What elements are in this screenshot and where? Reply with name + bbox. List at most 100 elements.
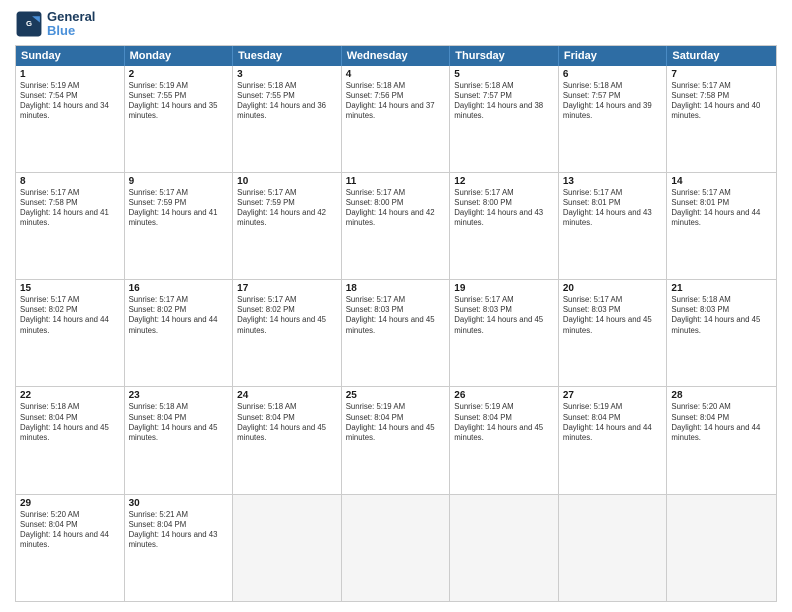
calendar-row: 15Sunrise: 5:17 AMSunset: 8:02 PMDayligh… <box>16 280 776 387</box>
calendar-cell: 23Sunrise: 5:18 AMSunset: 8:04 PMDayligh… <box>125 387 234 493</box>
cell-info: Sunrise: 5:19 AMSunset: 8:04 PMDaylight:… <box>454 402 554 443</box>
weekday-header: Tuesday <box>233 46 342 66</box>
logo-icon: G <box>15 10 43 38</box>
day-number: 14 <box>671 176 772 187</box>
logo-line1: General <box>47 10 95 24</box>
day-number: 2 <box>129 69 229 80</box>
weekday-header: Saturday <box>667 46 776 66</box>
day-number: 23 <box>129 390 229 401</box>
calendar-cell <box>667 495 776 601</box>
weekday-header: Thursday <box>450 46 559 66</box>
day-number: 17 <box>237 283 337 294</box>
calendar-body: 1Sunrise: 5:19 AMSunset: 7:54 PMDaylight… <box>16 66 776 601</box>
calendar-row: 1Sunrise: 5:19 AMSunset: 7:54 PMDaylight… <box>16 66 776 173</box>
calendar-cell: 18Sunrise: 5:17 AMSunset: 8:03 PMDayligh… <box>342 280 451 386</box>
cell-info: Sunrise: 5:17 AMSunset: 8:03 PMDaylight:… <box>454 295 554 336</box>
weekday-header: Sunday <box>16 46 125 66</box>
cell-info: Sunrise: 5:17 AMSunset: 8:01 PMDaylight:… <box>563 188 663 229</box>
calendar-cell: 5Sunrise: 5:18 AMSunset: 7:57 PMDaylight… <box>450 66 559 172</box>
cell-info: Sunrise: 5:19 AMSunset: 8:04 PMDaylight:… <box>346 402 446 443</box>
cell-info: Sunrise: 5:19 AMSunset: 7:54 PMDaylight:… <box>20 81 120 122</box>
day-number: 13 <box>563 176 663 187</box>
day-number: 9 <box>129 176 229 187</box>
calendar-cell <box>233 495 342 601</box>
calendar-header: SundayMondayTuesdayWednesdayThursdayFrid… <box>16 46 776 66</box>
day-number: 15 <box>20 283 120 294</box>
calendar-cell: 12Sunrise: 5:17 AMSunset: 8:00 PMDayligh… <box>450 173 559 279</box>
cell-info: Sunrise: 5:20 AMSunset: 8:04 PMDaylight:… <box>671 402 772 443</box>
calendar-row: 8Sunrise: 5:17 AMSunset: 7:58 PMDaylight… <box>16 173 776 280</box>
weekday-header: Friday <box>559 46 668 66</box>
day-number: 10 <box>237 176 337 187</box>
day-number: 24 <box>237 390 337 401</box>
cell-info: Sunrise: 5:21 AMSunset: 8:04 PMDaylight:… <box>129 510 229 551</box>
calendar-cell: 13Sunrise: 5:17 AMSunset: 8:01 PMDayligh… <box>559 173 668 279</box>
day-number: 3 <box>237 69 337 80</box>
calendar-cell: 7Sunrise: 5:17 AMSunset: 7:58 PMDaylight… <box>667 66 776 172</box>
calendar-cell: 11Sunrise: 5:17 AMSunset: 8:00 PMDayligh… <box>342 173 451 279</box>
calendar-cell: 25Sunrise: 5:19 AMSunset: 8:04 PMDayligh… <box>342 387 451 493</box>
calendar-cell <box>559 495 668 601</box>
cell-info: Sunrise: 5:17 AMSunset: 8:03 PMDaylight:… <box>563 295 663 336</box>
cell-info: Sunrise: 5:17 AMSunset: 7:58 PMDaylight:… <box>20 188 120 229</box>
cell-info: Sunrise: 5:19 AMSunset: 8:04 PMDaylight:… <box>563 402 663 443</box>
day-number: 11 <box>346 176 446 187</box>
day-number: 8 <box>20 176 120 187</box>
day-number: 18 <box>346 283 446 294</box>
weekday-header: Wednesday <box>342 46 451 66</box>
day-number: 6 <box>563 69 663 80</box>
day-number: 26 <box>454 390 554 401</box>
calendar-cell: 26Sunrise: 5:19 AMSunset: 8:04 PMDayligh… <box>450 387 559 493</box>
cell-info: Sunrise: 5:17 AMSunset: 8:03 PMDaylight:… <box>346 295 446 336</box>
cell-info: Sunrise: 5:17 AMSunset: 8:00 PMDaylight:… <box>346 188 446 229</box>
logo: G General Blue <box>15 10 95 39</box>
cell-info: Sunrise: 5:17 AMSunset: 8:01 PMDaylight:… <box>671 188 772 229</box>
calendar-cell: 28Sunrise: 5:20 AMSunset: 8:04 PMDayligh… <box>667 387 776 493</box>
calendar: SundayMondayTuesdayWednesdayThursdayFrid… <box>15 45 777 602</box>
calendar-cell: 21Sunrise: 5:18 AMSunset: 8:03 PMDayligh… <box>667 280 776 386</box>
day-number: 29 <box>20 498 120 509</box>
day-number: 21 <box>671 283 772 294</box>
day-number: 27 <box>563 390 663 401</box>
cell-info: Sunrise: 5:20 AMSunset: 8:04 PMDaylight:… <box>20 510 120 551</box>
calendar-cell <box>342 495 451 601</box>
calendar-cell: 17Sunrise: 5:17 AMSunset: 8:02 PMDayligh… <box>233 280 342 386</box>
calendar-cell: 8Sunrise: 5:17 AMSunset: 7:58 PMDaylight… <box>16 173 125 279</box>
cell-info: Sunrise: 5:18 AMSunset: 7:57 PMDaylight:… <box>563 81 663 122</box>
day-number: 30 <box>129 498 229 509</box>
day-number: 19 <box>454 283 554 294</box>
calendar-cell: 27Sunrise: 5:19 AMSunset: 8:04 PMDayligh… <box>559 387 668 493</box>
page: G General Blue SundayMondayTuesdayWednes… <box>0 0 792 612</box>
cell-info: Sunrise: 5:17 AMSunset: 8:02 PMDaylight:… <box>20 295 120 336</box>
cell-info: Sunrise: 5:18 AMSunset: 8:04 PMDaylight:… <box>237 402 337 443</box>
cell-info: Sunrise: 5:19 AMSunset: 7:55 PMDaylight:… <box>129 81 229 122</box>
header: G General Blue <box>15 10 777 39</box>
cell-info: Sunrise: 5:18 AMSunset: 7:57 PMDaylight:… <box>454 81 554 122</box>
svg-text:G: G <box>26 19 32 28</box>
calendar-cell: 24Sunrise: 5:18 AMSunset: 8:04 PMDayligh… <box>233 387 342 493</box>
cell-info: Sunrise: 5:17 AMSunset: 7:59 PMDaylight:… <box>129 188 229 229</box>
day-number: 5 <box>454 69 554 80</box>
calendar-row: 22Sunrise: 5:18 AMSunset: 8:04 PMDayligh… <box>16 387 776 494</box>
calendar-cell: 22Sunrise: 5:18 AMSunset: 8:04 PMDayligh… <box>16 387 125 493</box>
calendar-cell: 10Sunrise: 5:17 AMSunset: 7:59 PMDayligh… <box>233 173 342 279</box>
cell-info: Sunrise: 5:17 AMSunset: 7:59 PMDaylight:… <box>237 188 337 229</box>
calendar-row: 29Sunrise: 5:20 AMSunset: 8:04 PMDayligh… <box>16 495 776 601</box>
day-number: 28 <box>671 390 772 401</box>
cell-info: Sunrise: 5:18 AMSunset: 7:55 PMDaylight:… <box>237 81 337 122</box>
calendar-cell: 29Sunrise: 5:20 AMSunset: 8:04 PMDayligh… <box>16 495 125 601</box>
day-number: 16 <box>129 283 229 294</box>
cell-info: Sunrise: 5:18 AMSunset: 8:03 PMDaylight:… <box>671 295 772 336</box>
calendar-cell: 3Sunrise: 5:18 AMSunset: 7:55 PMDaylight… <box>233 66 342 172</box>
cell-info: Sunrise: 5:17 AMSunset: 8:02 PMDaylight:… <box>129 295 229 336</box>
calendar-cell: 2Sunrise: 5:19 AMSunset: 7:55 PMDaylight… <box>125 66 234 172</box>
day-number: 1 <box>20 69 120 80</box>
weekday-header: Monday <box>125 46 234 66</box>
calendar-cell: 6Sunrise: 5:18 AMSunset: 7:57 PMDaylight… <box>559 66 668 172</box>
calendar-cell: 4Sunrise: 5:18 AMSunset: 7:56 PMDaylight… <box>342 66 451 172</box>
day-number: 4 <box>346 69 446 80</box>
calendar-cell: 16Sunrise: 5:17 AMSunset: 8:02 PMDayligh… <box>125 280 234 386</box>
calendar-cell: 20Sunrise: 5:17 AMSunset: 8:03 PMDayligh… <box>559 280 668 386</box>
calendar-cell: 1Sunrise: 5:19 AMSunset: 7:54 PMDaylight… <box>16 66 125 172</box>
cell-info: Sunrise: 5:18 AMSunset: 7:56 PMDaylight:… <box>346 81 446 122</box>
